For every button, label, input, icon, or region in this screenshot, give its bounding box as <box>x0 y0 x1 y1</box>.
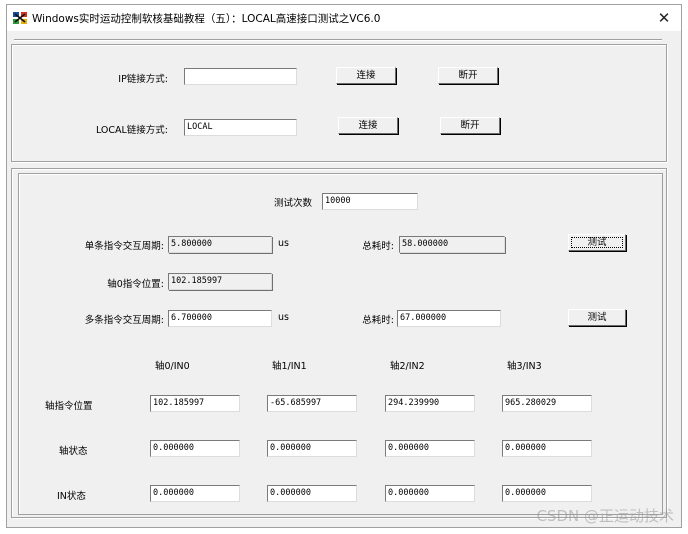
single-cycle-value: 5.800000 <box>168 236 272 253</box>
ip-connect-label: IP链接方式: <box>118 74 168 85</box>
axis1-status[interactable]: 0.000000 <box>267 440 357 457</box>
multi-test-button[interactable]: 测试 <box>568 309 626 326</box>
local-disconnect-button[interactable]: 断开 <box>440 117 500 134</box>
axis0-position-value: 102.185997 <box>168 273 272 290</box>
input1-status[interactable]: 0.000000 <box>267 485 357 502</box>
multi-cycle-unit: us <box>278 312 289 323</box>
input3-status[interactable]: 0.000000 <box>502 485 592 502</box>
close-button[interactable]: ✕ <box>649 5 679 31</box>
ip-disconnect-button[interactable]: 断开 <box>438 67 498 84</box>
axis-command-position-label: 轴指令位置 <box>45 401 93 412</box>
test-inner-frame <box>18 173 663 515</box>
axis2-status[interactable]: 0.000000 <box>385 440 475 457</box>
single-cycle-label: 单条指令交互周期: <box>84 241 164 252</box>
single-total-label: 总耗时: <box>362 241 394 252</box>
input-status-label: IN状态 <box>57 491 86 502</box>
multi-cycle-label: 多条指令交互周期: <box>84 315 164 326</box>
axis0-command-position[interactable]: 102.185997 <box>150 395 240 412</box>
axis0-position-label: 轴0指令位置: <box>107 279 164 290</box>
title-bar[interactable]: Windows实时运动控制软核基础教程（五）：LOCAL高速接口测试之VC6.0… <box>7 5 681 31</box>
axis1-command-position[interactable]: -65.685997 <box>267 395 357 412</box>
input2-status[interactable]: 0.000000 <box>385 485 475 502</box>
connection-group <box>11 44 667 162</box>
window-title: Windows实时运动控制软核基础教程（五）：LOCAL高速接口测试之VC6.0 <box>32 13 381 25</box>
app-icon <box>12 10 28 26</box>
ip-connect-button[interactable]: 连接 <box>336 67 396 84</box>
local-address-input[interactable]: LOCAL <box>184 119 297 136</box>
axis0-status[interactable]: 0.000000 <box>150 440 240 457</box>
ip-address-input[interactable] <box>184 68 297 85</box>
axis1-header: 轴1/IN1 <box>272 361 307 372</box>
axis2-command-position[interactable]: 294.239990 <box>385 395 475 412</box>
multi-total-label: 总耗时: <box>362 315 394 326</box>
axis3-command-position[interactable]: 965.280029 <box>502 395 592 412</box>
test-count-label: 测试次数 <box>274 198 313 209</box>
top-separator <box>14 39 662 41</box>
axis-status-label: 轴状态 <box>59 446 88 457</box>
local-connect-button[interactable]: 连接 <box>338 117 398 134</box>
test-count-input[interactable]: 10000 <box>322 193 418 210</box>
watermark: CSDN @正运动技术 <box>536 507 674 525</box>
multi-total-value[interactable]: 67.000000 <box>397 310 501 327</box>
input0-status[interactable]: 0.000000 <box>150 485 240 502</box>
single-cycle-unit: us <box>278 238 289 249</box>
axis3-status[interactable]: 0.000000 <box>502 440 592 457</box>
multi-cycle-value[interactable]: 6.700000 <box>168 310 272 327</box>
axis2-header: 轴2/IN2 <box>390 361 425 372</box>
axis0-header: 轴0/IN0 <box>155 361 190 372</box>
single-test-button[interactable]: 测试 <box>568 234 626 251</box>
axis3-header: 轴3/IN3 <box>507 361 542 372</box>
local-connect-label: LOCAL链接方式: <box>95 125 168 136</box>
single-total-value: 58.000000 <box>399 236 505 253</box>
